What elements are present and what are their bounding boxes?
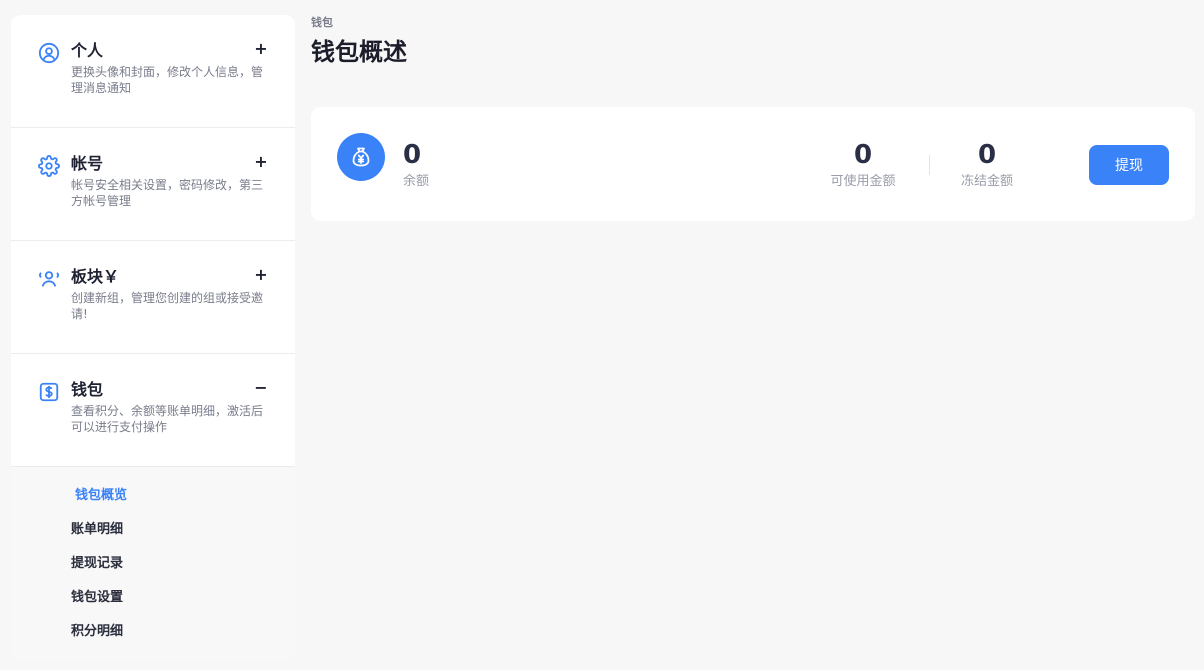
sidebar-section-account[interactable]: 帐号 帐号安全相关设置，密码修改，第三方帐号管理 + (11, 128, 295, 241)
sidebar-section-wallet[interactable]: 钱包 查看积分、余额等账单明细，激活后可以进行支付操作 − (11, 354, 295, 467)
section-description: 更换头像和封面，修改个人信息，管理消息通知 (71, 65, 264, 95)
settings-sidebar: 个人 更换头像和封面，修改个人信息，管理消息通知 + 帐号 帐号安全相关设置，密… (11, 15, 295, 660)
page-title: 钱包概述 (311, 38, 407, 66)
breadcrumb[interactable]: 钱包 (311, 14, 333, 30)
money-bag-icon (337, 133, 385, 181)
section-description: 帐号安全相关设置，密码修改，第三方帐号管理 (71, 178, 264, 208)
sidebar-section-personal[interactable]: 个人 更换头像和封面，修改个人信息，管理消息通知 + (11, 15, 295, 128)
section-title: 帐号 (71, 154, 104, 173)
expand-toggle[interactable]: + (254, 154, 268, 170)
section-title: 板块￥ (71, 267, 120, 286)
wallet-submenu: 钱包概览 账单明细 提现记录 钱包设置 积分明细 (11, 467, 295, 660)
user-circle-icon (38, 42, 60, 64)
available-value: 0 (853, 140, 873, 170)
frozen-label: 冻结金额 (960, 174, 1013, 189)
wallet-summary-card: 0 余额 0 可使用金额 0 冻结金额 提现 (311, 107, 1195, 221)
balance-value: 0 (403, 140, 422, 170)
submenu-item-wallet-overview[interactable]: 钱包概览 (11, 487, 295, 521)
available-stat: 0 可使用金额 (823, 139, 903, 191)
expand-toggle[interactable]: + (254, 267, 268, 283)
section-description: 创建新组，管理您创建的组或接受邀请! (71, 291, 264, 321)
submenu-item-withdraw-records[interactable]: 提现记录 (11, 555, 295, 589)
available-label: 可使用金额 (830, 174, 896, 189)
section-title: 个人 (71, 41, 104, 60)
users-icon (38, 268, 60, 290)
frozen-stat: 0 冻结金额 (947, 139, 1027, 191)
collapse-toggle[interactable]: − (254, 380, 268, 396)
sidebar-section-boards[interactable]: 板块￥ 创建新组，管理您创建的组或接受邀请! + (11, 241, 295, 354)
submenu-item-wallet-settings[interactable]: 钱包设置 (11, 589, 295, 623)
stat-divider (929, 155, 930, 175)
gear-icon (38, 155, 60, 177)
balance-label: 余额 (403, 174, 430, 189)
balance-stat: 0 余额 (403, 139, 429, 191)
section-description: 查看积分、余额等账单明细，激活后可以进行支付操作 (71, 404, 264, 434)
submenu-item-bill-details[interactable]: 账单明细 (11, 521, 295, 555)
section-title: 钱包 (71, 380, 104, 399)
dollar-icon (38, 381, 60, 403)
frozen-value: 0 (977, 140, 997, 170)
withdraw-button[interactable]: 提现 (1089, 145, 1169, 185)
expand-toggle[interactable]: + (254, 41, 268, 57)
submenu-item-points-details[interactable]: 积分明细 (11, 623, 295, 657)
